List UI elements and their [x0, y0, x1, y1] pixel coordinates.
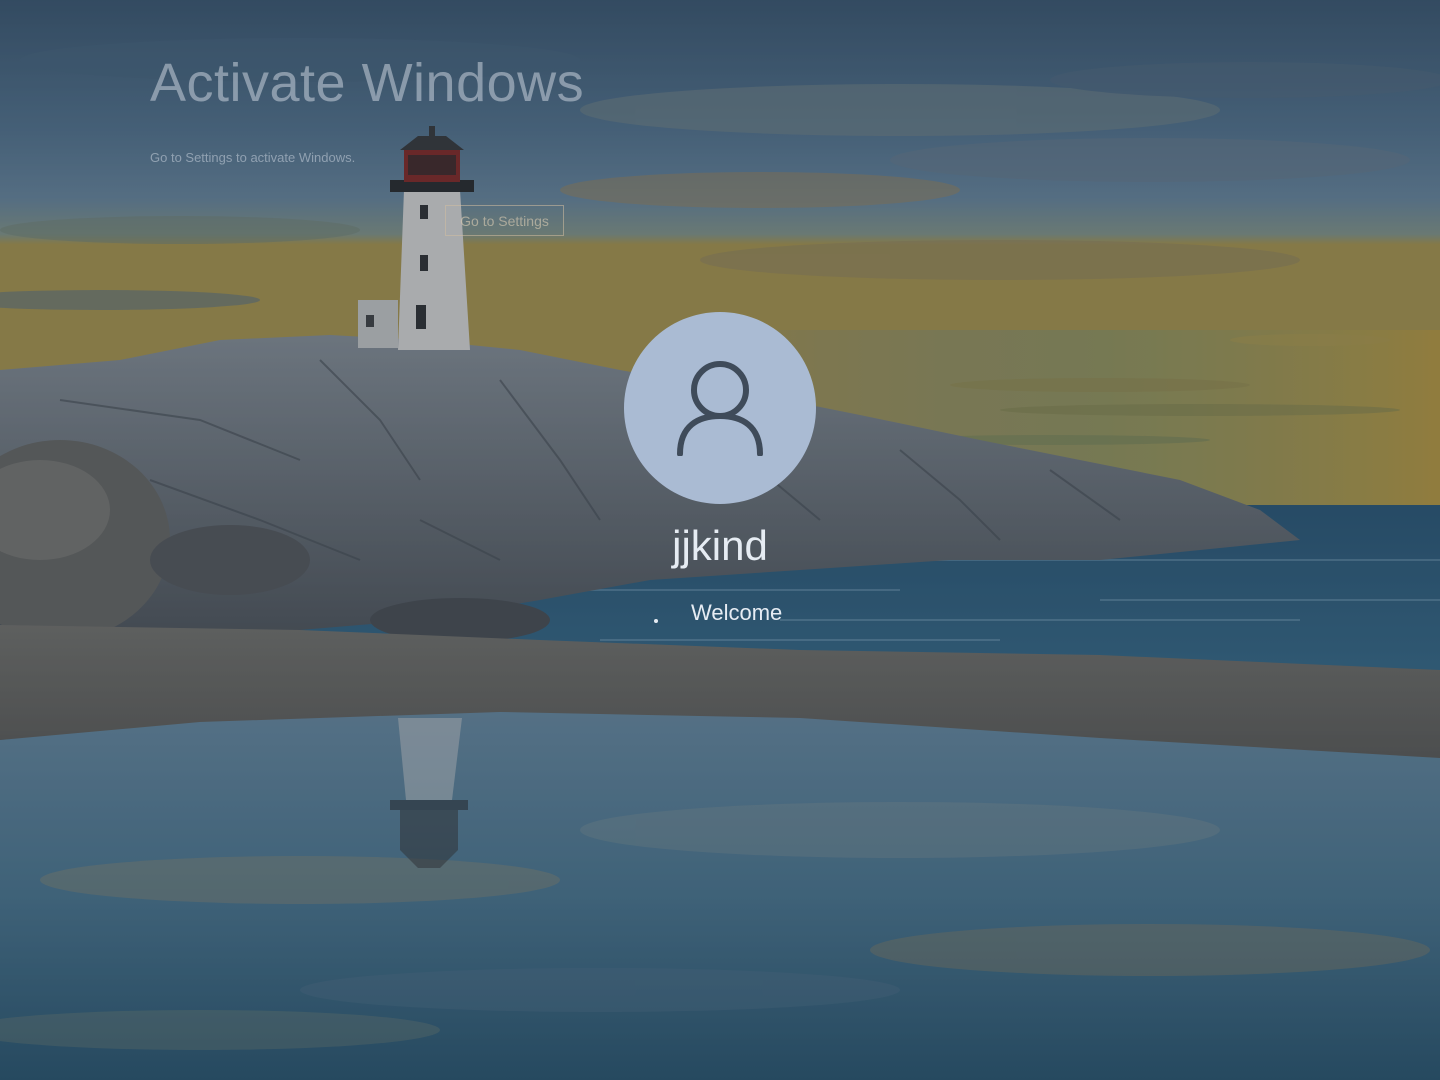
sign-in-status: Welcome [654, 600, 782, 626]
user-icon [677, 361, 763, 456]
loading-spinner-icon [654, 619, 658, 623]
go-to-settings-button[interactable]: Go to Settings [445, 205, 564, 236]
activate-windows-title: Activate Windows [150, 53, 585, 113]
welcome-text: Welcome [691, 600, 783, 625]
avatar [624, 312, 816, 504]
lock-screen: Activate Windows Go to Settings to activ… [0, 0, 1440, 1080]
username: jjkind [672, 522, 768, 569]
activate-windows-subtitle: Go to Settings to activate Windows. [150, 150, 356, 165]
